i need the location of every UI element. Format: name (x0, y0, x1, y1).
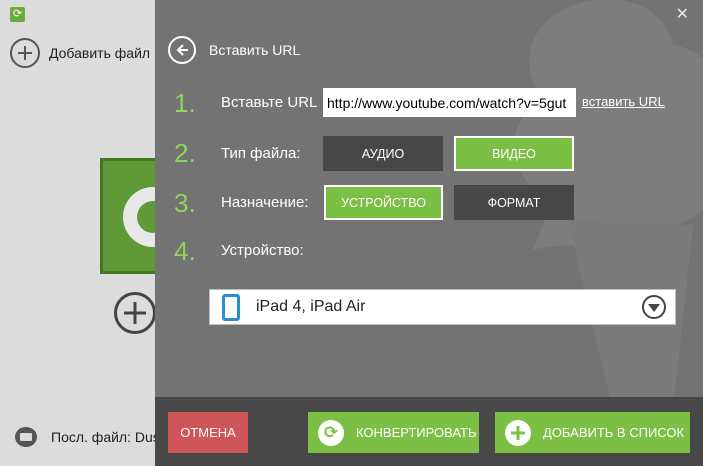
audio-type-button[interactable]: АУДИО (323, 136, 443, 171)
step-4-label: Устройство: (221, 242, 304, 259)
chevron-down-icon[interactable] (642, 295, 666, 319)
last-file-bar[interactable]: Посл. файл: Dus (15, 427, 160, 447)
plus-icon (505, 419, 531, 446)
step-2-number: 2. (174, 138, 196, 168)
convert-label: КОНВЕРТИРОВАТЬ (356, 425, 477, 440)
add-to-list-label: ДОБАВИТЬ В СПИСОК (543, 425, 685, 440)
app-logo-icon: ⟳ (10, 7, 25, 22)
add-file-button[interactable]: Добавить файл (10, 38, 150, 68)
add-file-label: Добавить файл (49, 45, 151, 61)
step-3-number: 3. (174, 188, 196, 218)
add-circle-icon (10, 38, 40, 68)
url-input[interactable] (323, 88, 576, 117)
device-dropdown[interactable]: iPad 4, iPad Air (209, 289, 676, 325)
convert-button[interactable]: ⟳ КОНВЕРТИРОВАТЬ (308, 412, 479, 453)
back-button[interactable] (168, 36, 196, 64)
close-icon[interactable]: ✕ (676, 4, 689, 24)
add-large-icon[interactable] (114, 292, 156, 334)
add-to-list-button[interactable]: ДОБАВИТЬ В СПИСОК (495, 412, 690, 453)
step-2-label: Тип файла: (221, 145, 301, 162)
step-1-label: Вставьте URL (221, 94, 318, 111)
device-destination-button[interactable]: УСТРОЙСТВО (324, 185, 443, 220)
step-1-number: 1. (174, 88, 196, 118)
last-file-label: Посл. файл: Dus (51, 429, 160, 445)
step-4-number: 4. (174, 236, 196, 266)
device-value: iPad 4, iPad Air (256, 298, 366, 315)
panel-footer: ОТМЕНА ⟳ КОНВЕРТИРОВАТЬ ДОБАВИТЬ В СПИСО… (155, 397, 703, 466)
panel-header: Вставить URL (168, 36, 300, 64)
video-type-button[interactable]: ВИДЕО (454, 136, 574, 171)
paste-url-link[interactable]: вставить URL (582, 94, 665, 109)
cancel-button[interactable]: ОТМЕНА (168, 412, 248, 453)
panel-title: Вставить URL (209, 42, 301, 58)
tablet-icon (222, 293, 240, 321)
folder-icon (15, 427, 37, 447)
convert-icon: ⟳ (318, 419, 344, 446)
paste-url-panel: ✕ Вставить URL 1. Вставьте URL вставить … (155, 0, 703, 466)
arrow-left-icon (176, 44, 188, 56)
format-destination-button[interactable]: ФОРМАТ (454, 185, 574, 220)
step-3-label: Назначение: (221, 194, 309, 211)
